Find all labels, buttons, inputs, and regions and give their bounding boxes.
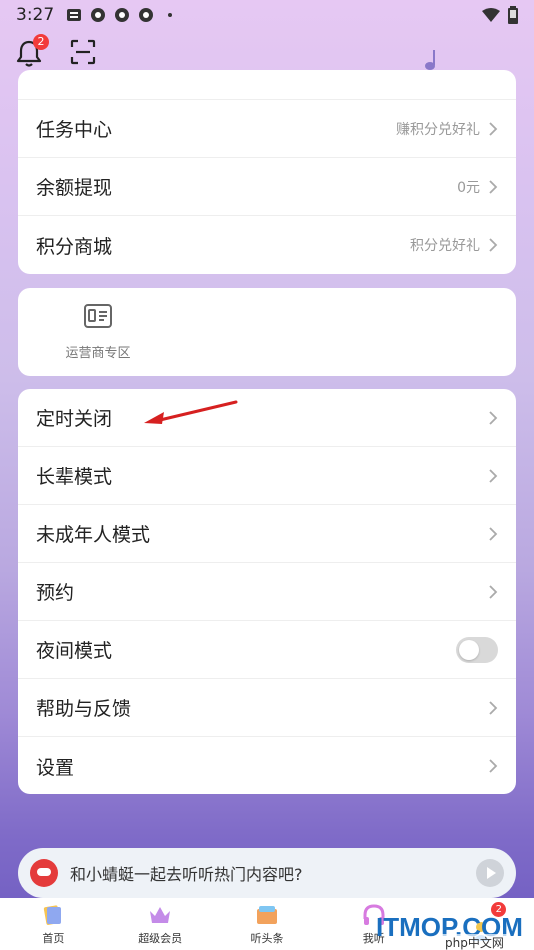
balance-withdraw-row[interactable]: 余额提现 0元 — [18, 158, 516, 216]
reservation-row[interactable]: 预约 — [18, 563, 516, 621]
play-icon[interactable] — [476, 859, 504, 887]
mascot-icon — [30, 859, 58, 887]
watermark-sub: php中文网 — [442, 934, 507, 950]
music-note-icon — [425, 50, 435, 70]
mini-player[interactable]: 和小蜻蜓一起去听听热门内容吧? — [18, 848, 516, 898]
chevron-right-icon — [489, 468, 498, 483]
operator-zone-button[interactable]: 运营商专区 — [48, 304, 148, 361]
row-label: 帮助与反馈 — [36, 698, 132, 720]
nav-label: 超级会员 — [138, 932, 183, 945]
nav-home[interactable]: 首页 — [0, 898, 107, 950]
mini-player-text: 和小蜻蜓一起去听听热门内容吧? — [70, 865, 303, 884]
app-notification-icon — [115, 8, 130, 22]
operator-card: 运营商专区 — [18, 288, 516, 376]
operator-zone-label: 运营商专区 — [65, 346, 131, 361]
sleep-timer-row[interactable]: 定时关闭 — [18, 389, 516, 447]
status-notification-icons — [66, 7, 178, 23]
chevron-right-icon — [489, 759, 498, 773]
nav-headlines[interactable]: 听头条 — [214, 898, 321, 950]
nav-label: 听头条 — [250, 932, 284, 945]
row-label: 夜间模式 — [36, 640, 113, 662]
status-time: 3:27 — [16, 5, 55, 25]
battery-icon — [508, 6, 518, 24]
sim-card-icon — [84, 304, 112, 328]
chevron-right-icon — [489, 584, 498, 599]
row-label: 任务中心 — [36, 119, 113, 141]
settings-card: 定时关闭 长辈模式 未成年人模式 预约 夜间模式 帮助与反馈 设置 — [18, 389, 516, 794]
elder-mode-row[interactable]: 长辈模式 — [18, 447, 516, 505]
night-mode-row: 夜间模式 — [18, 621, 516, 679]
more-dot-icon — [168, 13, 173, 17]
settings-row[interactable]: 设置 — [18, 737, 516, 794]
app-notification-icon — [139, 8, 154, 22]
notification-badge: 2 — [33, 34, 49, 50]
task-center-row[interactable]: 任务中心 赚积分兑好礼 — [18, 100, 516, 158]
row-hint: 0元 — [457, 179, 480, 196]
nav-label: 首页 — [42, 932, 65, 945]
app-notification-icon — [67, 9, 82, 21]
toggle-knob — [459, 639, 479, 660]
help-feedback-row[interactable]: 帮助与反馈 — [18, 679, 516, 737]
nav-super-vip[interactable]: 超级会员 — [107, 898, 214, 950]
scan-icon[interactable] — [70, 39, 96, 65]
chevron-right-icon — [489, 179, 498, 194]
row-label: 设置 — [36, 756, 75, 779]
row-label: 未成年人模式 — [36, 524, 151, 546]
rewards-card: 任务中心 赚积分兑好礼 余额提现 0元 积分商城 积分兑好礼 — [18, 70, 516, 274]
row-label: 定时关闭 — [36, 408, 113, 430]
chevron-right-icon — [489, 410, 498, 425]
home-icon — [44, 905, 62, 925]
row-label: 余额提现 — [36, 177, 113, 199]
night-mode-toggle[interactable] — [456, 636, 498, 663]
row-hint: 赚积分兑好礼 — [396, 121, 480, 138]
annotation-arrow-icon — [144, 400, 238, 424]
minor-mode-row[interactable]: 未成年人模式 — [18, 505, 516, 563]
row-label: 长辈模式 — [36, 466, 113, 488]
chevron-right-icon — [489, 121, 498, 136]
row-hint: 积分兑好礼 — [410, 238, 480, 254]
watermark: ITMOP.COM php中文网 — [376, 912, 532, 950]
chevron-right-icon — [489, 238, 498, 252]
chevron-right-icon — [489, 700, 498, 715]
chevron-right-icon — [489, 526, 498, 541]
row-label: 积分商城 — [36, 235, 113, 258]
app-notification-icon — [91, 8, 106, 22]
status-bar: 3:27 — [0, 0, 534, 30]
partially-hidden-row — [18, 70, 516, 100]
news-icon — [256, 906, 277, 924]
crown-icon — [150, 907, 171, 923]
wifi-icon — [482, 8, 500, 22]
points-mall-row[interactable]: 积分商城 积分兑好礼 — [18, 216, 516, 274]
row-label: 预约 — [36, 582, 75, 604]
